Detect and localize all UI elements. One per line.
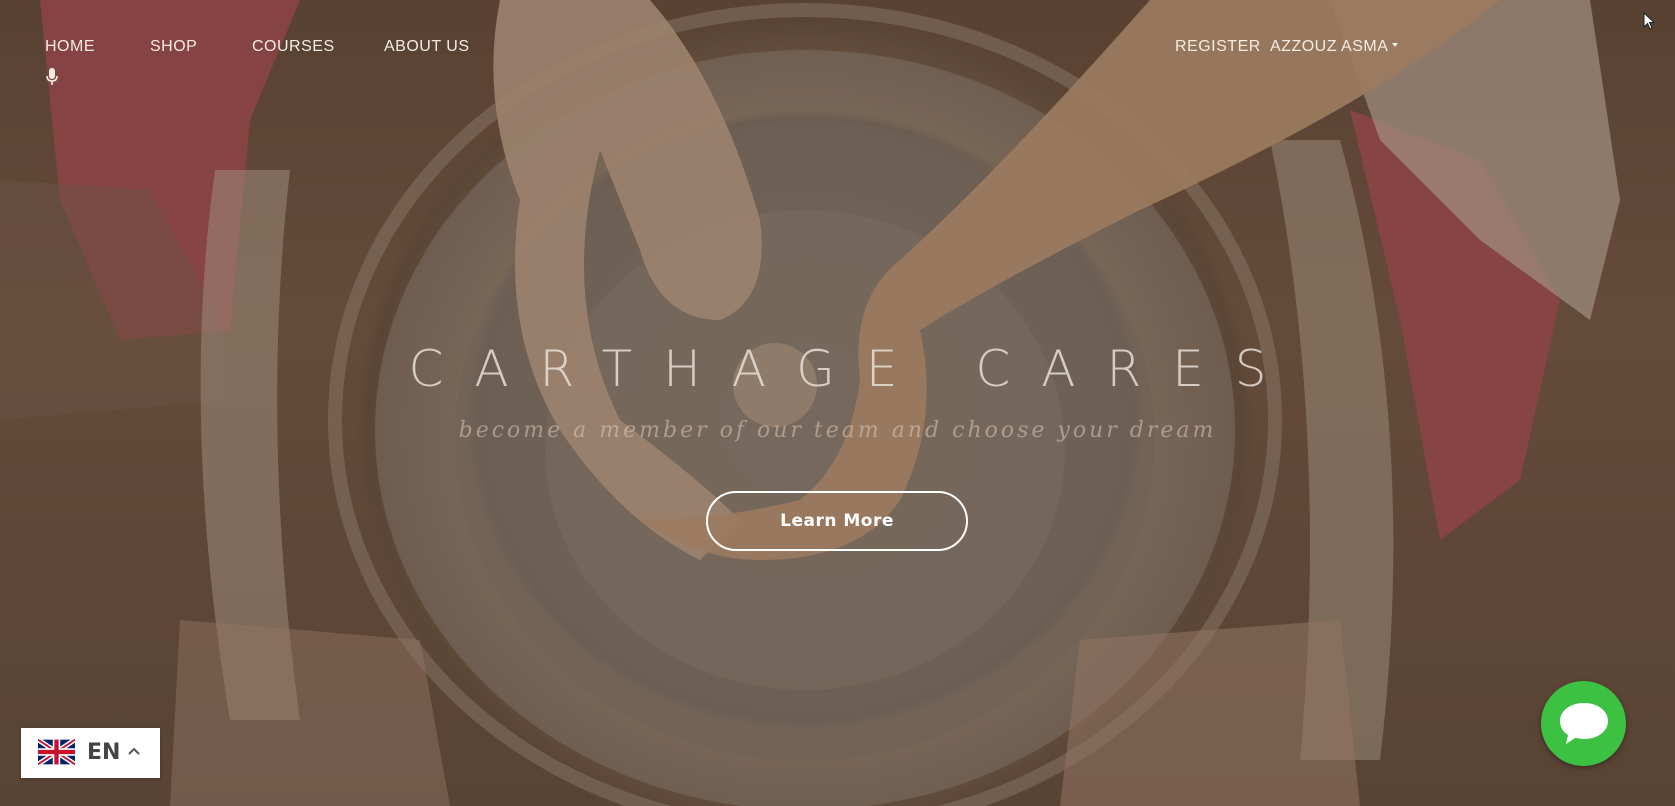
chat-bubble-icon: [1560, 703, 1608, 744]
nav-courses-link[interactable]: COURSES: [252, 38, 335, 56]
hero-overlay: [0, 0, 1675, 806]
chevron-up-icon: [128, 747, 140, 755]
hero-background: [0, 0, 1675, 806]
language-code: EN: [87, 740, 121, 765]
mouse-cursor-icon: [1643, 12, 1655, 30]
nav-about-link[interactable]: ABOUT US: [384, 38, 470, 56]
microphone-icon[interactable]: [45, 67, 59, 87]
nav-home-link[interactable]: HOME: [45, 38, 95, 56]
hero-tagline: become a member of our team and choose y…: [458, 418, 1217, 443]
user-name: AZZOUZ ASMA: [1270, 38, 1389, 55]
user-menu-dropdown[interactable]: AZZOUZ ASMA: [1270, 38, 1399, 56]
caret-down-icon: [1392, 43, 1399, 48]
hero-title: CARTHAGE CARES: [408, 340, 1298, 398]
uk-flag-icon: [38, 737, 75, 767]
nav-shop-link[interactable]: SHOP: [150, 38, 197, 56]
nav-register-link[interactable]: REGISTER: [1175, 38, 1261, 56]
chat-button[interactable]: [1541, 681, 1626, 766]
language-selector[interactable]: EN: [21, 728, 160, 778]
learn-more-button[interactable]: Learn More: [706, 491, 968, 551]
